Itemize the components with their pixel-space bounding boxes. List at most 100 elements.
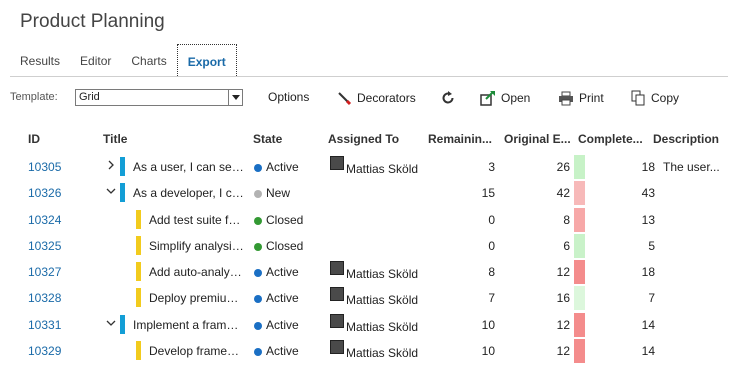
state-dot-icon bbox=[254, 190, 262, 199]
assigned-to: Mattias Sköld bbox=[346, 319, 419, 334]
column-header-completed[interactable]: Complete... bbox=[578, 132, 643, 146]
remaining-work: 10 bbox=[481, 344, 495, 359]
work-item-id[interactable]: 10329 bbox=[28, 344, 61, 358]
completed-work: 14 bbox=[641, 344, 655, 359]
work-item-id[interactable]: 10305 bbox=[28, 160, 61, 174]
printer-icon bbox=[558, 90, 574, 106]
state-dot-icon bbox=[254, 242, 262, 251]
completed-indicator bbox=[574, 339, 585, 364]
tab-charts[interactable]: Charts bbox=[121, 44, 176, 76]
open-excel-icon bbox=[480, 90, 496, 106]
avatar bbox=[330, 261, 344, 276]
decorators-label: Decorators bbox=[357, 91, 416, 105]
work-item-id[interactable]: 10325 bbox=[28, 239, 61, 253]
work-item-state: Active bbox=[266, 160, 299, 174]
remaining-work: 3 bbox=[488, 160, 495, 174]
collapse-chevron-icon[interactable] bbox=[106, 317, 116, 327]
remaining-work: 0 bbox=[488, 212, 495, 227]
template-select-value: Grid bbox=[79, 91, 100, 103]
refresh-icon bbox=[440, 90, 456, 106]
work-item-type-bar bbox=[136, 262, 141, 282]
work-item-type-bar bbox=[136, 209, 141, 229]
avatar bbox=[330, 340, 344, 355]
column-header-remaining[interactable]: Remainin... bbox=[428, 132, 492, 146]
work-item-id[interactable]: 10327 bbox=[28, 265, 61, 279]
print-button[interactable]: Print bbox=[558, 90, 604, 106]
completed-indicator bbox=[574, 286, 585, 311]
table-row[interactable]: 10324 Add test suite for... Closed 0 8 13 bbox=[0, 207, 730, 233]
work-item-id[interactable]: 10324 bbox=[28, 213, 61, 227]
work-item-title[interactable]: As a user, I can select... bbox=[133, 160, 245, 174]
assigned-to: Mattias Sköld bbox=[346, 346, 419, 361]
original-estimate: 6 bbox=[563, 238, 570, 253]
work-item-type-bar bbox=[136, 235, 141, 255]
original-estimate: 26 bbox=[556, 160, 570, 174]
toolbar: Template: Grid Options Decorators Open P… bbox=[0, 85, 730, 111]
state-dot-icon bbox=[254, 269, 262, 278]
template-label: Template: bbox=[10, 91, 58, 103]
tab-results[interactable]: Results bbox=[10, 44, 70, 76]
assigned-to: Mattias Sköld bbox=[346, 293, 419, 308]
copy-label: Copy bbox=[651, 91, 680, 105]
work-item-id[interactable]: 10326 bbox=[28, 186, 61, 200]
column-header-title[interactable]: Title bbox=[103, 132, 127, 146]
work-item-state: Active bbox=[266, 291, 299, 306]
original-estimate: 12 bbox=[556, 344, 570, 359]
brush-icon bbox=[336, 90, 352, 106]
column-header-assigned[interactable]: Assigned To bbox=[328, 132, 399, 146]
state-dot-icon bbox=[254, 295, 262, 304]
work-item-id[interactable]: 10328 bbox=[28, 291, 61, 305]
work-item-state: Closed bbox=[266, 212, 304, 227]
work-item-title[interactable]: Develop framework... bbox=[149, 344, 245, 358]
completed-work: 13 bbox=[641, 212, 655, 227]
original-estimate: 12 bbox=[556, 317, 570, 332]
table-row[interactable]: 10326 As a developer, I can... New 15 42 43 bbox=[0, 180, 730, 206]
original-estimate: 8 bbox=[563, 212, 570, 227]
tab-editor[interactable]: Editor bbox=[70, 44, 121, 76]
work-item-id[interactable]: 10331 bbox=[28, 318, 61, 332]
decorators-button[interactable]: Decorators bbox=[336, 90, 416, 106]
work-item-title[interactable]: Add test suite for... bbox=[149, 213, 245, 227]
completed-work: 14 bbox=[641, 317, 655, 332]
table-row[interactable]: 10329 Develop framework... Active Mattias S… bbox=[0, 338, 730, 364]
work-item-title[interactable]: As a developer, I can... bbox=[133, 186, 245, 200]
work-item-title[interactable]: Simplify analysis... bbox=[149, 239, 245, 253]
description: The user... bbox=[663, 160, 720, 174]
options-button[interactable]: Options bbox=[268, 90, 309, 104]
column-header-original[interactable]: Original E... bbox=[504, 132, 571, 146]
completed-indicator bbox=[574, 260, 585, 285]
chevron-down-icon[interactable] bbox=[228, 90, 242, 105]
assigned-to: Mattias Sköld bbox=[346, 267, 419, 282]
work-item-type-bar bbox=[120, 183, 125, 203]
remaining-work: 8 bbox=[488, 265, 495, 280]
work-item-title[interactable]: Add auto-analysis... bbox=[149, 265, 245, 279]
avatar bbox=[330, 156, 344, 170]
expand-chevron-icon[interactable] bbox=[106, 159, 116, 170]
collapse-chevron-icon[interactable] bbox=[106, 185, 116, 195]
completed-indicator bbox=[574, 155, 585, 179]
table-row[interactable]: 10328 Deploy premium... Active Mattias Sköl… bbox=[0, 285, 730, 311]
original-estimate: 16 bbox=[556, 291, 570, 306]
template-select[interactable]: Grid bbox=[75, 89, 243, 106]
tab-export[interactable]: Export bbox=[176, 44, 237, 76]
open-button[interactable]: Open bbox=[480, 90, 530, 106]
column-header-description[interactable]: Description bbox=[653, 132, 719, 146]
column-header-state[interactable]: State bbox=[253, 132, 282, 146]
table-row[interactable]: 10305 As a user, I can select... Active Mat… bbox=[0, 154, 730, 180]
column-header-id[interactable]: ID bbox=[28, 132, 40, 146]
table-row[interactable]: 10325 Simplify analysis... Closed 0 6 5 bbox=[0, 233, 730, 259]
tab-divider bbox=[10, 76, 728, 77]
work-item-type-bar bbox=[136, 341, 141, 361]
assigned-to: Mattias Sköld bbox=[346, 162, 419, 176]
page-title: Product Planning bbox=[20, 11, 165, 32]
work-item-state: New bbox=[266, 186, 291, 201]
remaining-work: 15 bbox=[481, 186, 495, 201]
table-row[interactable]: 10331 Implement a framework... Active Matti… bbox=[0, 312, 730, 338]
work-item-state: Active bbox=[266, 265, 299, 280]
work-item-title[interactable]: Implement a framework... bbox=[133, 318, 245, 332]
refresh-button[interactable] bbox=[440, 90, 456, 106]
work-item-state: Closed bbox=[266, 238, 304, 253]
work-item-title[interactable]: Deploy premium... bbox=[149, 291, 245, 305]
copy-button[interactable]: Copy bbox=[630, 90, 679, 106]
table-row[interactable]: 10327 Add auto-analysis... Active Mattias S… bbox=[0, 259, 730, 285]
